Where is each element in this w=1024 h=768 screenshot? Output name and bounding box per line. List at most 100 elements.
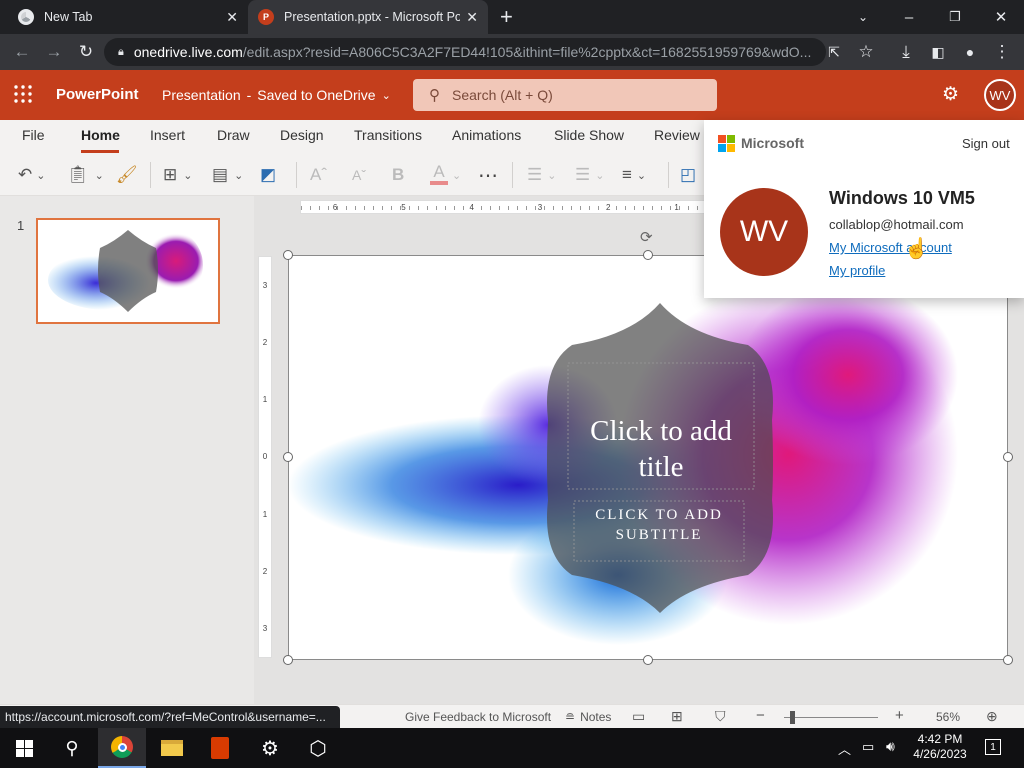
- browser-tabstrip: New Tab ✕ P Presentation.pptx - Microsof…: [0, 0, 1024, 34]
- url-path: /edit.aspx?resid=A806C5C3A2F7ED44!105&it…: [242, 44, 812, 60]
- paste-icon[interactable]: 📋︎ ⌄: [67, 163, 104, 187]
- resize-handle[interactable]: [1003, 452, 1013, 462]
- toolbar-separator: [512, 162, 513, 188]
- restore-button[interactable]: ❐: [932, 0, 978, 34]
- title-placeholder[interactable]: Click to add title: [568, 413, 754, 485]
- account-avatar[interactable]: WV: [984, 79, 1016, 111]
- feedback-link[interactable]: Give Feedback to Microsoft: [405, 710, 551, 724]
- clock[interactable]: 4:42 PM 4/26/2023: [910, 732, 970, 762]
- resize-handle[interactable]: [643, 250, 653, 260]
- search-box[interactable]: ⚲ Search (Alt + Q): [413, 79, 717, 111]
- resize-handle[interactable]: [1003, 655, 1013, 665]
- chevron-up-icon[interactable]: ︿: [838, 739, 851, 758]
- rotate-handle-icon[interactable]: ⟳: [640, 228, 653, 246]
- decrease-font-icon[interactable]: Aˇ: [352, 163, 366, 187]
- profile-icon[interactable]: ●: [960, 42, 980, 62]
- tab-transitions[interactable]: Transitions: [354, 127, 422, 143]
- tab-title: New Tab: [44, 10, 93, 24]
- download-icon[interactable]: ⤓: [896, 42, 916, 62]
- zoom-slider[interactable]: [784, 717, 878, 718]
- resize-handle[interactable]: [283, 452, 293, 462]
- zoom-level[interactable]: 56%: [936, 710, 960, 724]
- bookmark-star-icon[interactable]: ☆: [856, 42, 876, 62]
- subtitle-placeholder[interactable]: CLICK TO ADD SUBTITLE: [574, 505, 744, 545]
- layout-icon[interactable]: ▤ ⌄: [212, 163, 243, 187]
- shapes-icon[interactable]: ◰: [680, 163, 696, 187]
- normal-view-icon[interactable]: ▭: [632, 708, 645, 725]
- resize-handle[interactable]: [283, 250, 293, 260]
- zoom-out-icon[interactable]: −: [756, 707, 765, 724]
- tab-animations[interactable]: Animations: [452, 127, 521, 143]
- network-icon[interactable]: ▭: [862, 739, 874, 755]
- increase-font-icon[interactable]: Aˆ: [310, 163, 327, 187]
- my-profile-link[interactable]: My profile: [829, 263, 885, 278]
- undo-icon[interactable]: ↶ ⌄: [18, 163, 45, 187]
- app-name[interactable]: PowerPoint: [56, 86, 139, 103]
- time: 4:42 PM: [917, 732, 963, 746]
- menu-kebab-icon[interactable]: ⋮: [992, 42, 1012, 62]
- tab-design[interactable]: Design: [280, 127, 324, 143]
- sidepanel-icon[interactable]: ◧: [928, 42, 948, 62]
- tab-draw[interactable]: Draw: [217, 127, 250, 143]
- browser-toolbar: ← → ↻ 🔒︎ onedrive.live.com /edit.aspx?re…: [0, 34, 1024, 70]
- share-icon[interactable]: ⇱: [824, 42, 844, 62]
- zoom-in-icon[interactable]: +: [895, 707, 904, 724]
- tab-review[interactable]: Review: [654, 127, 700, 143]
- chevron-down-icon[interactable]: ⌄: [452, 163, 461, 187]
- my-account-link[interactable]: My Microsoft account: [829, 240, 952, 255]
- bullets-icon[interactable]: ☰ ⌄: [527, 163, 556, 187]
- numbering-icon[interactable]: ☰ ⌄: [575, 163, 604, 187]
- sorter-view-icon[interactable]: ⊞: [671, 708, 683, 725]
- new-slide-icon[interactable]: ⊞ ⌄: [163, 163, 192, 187]
- sign-out-button[interactable]: Sign out: [962, 136, 1010, 151]
- tab-insert[interactable]: Insert: [150, 127, 185, 143]
- notification-count: 1: [990, 741, 996, 753]
- doc-title-menu[interactable]: Presentation - Saved to OneDrive ⌄: [162, 87, 391, 103]
- close-tab-icon[interactable]: ✕: [226, 9, 238, 26]
- search-icon[interactable]: ⚲: [48, 728, 96, 768]
- more-options-icon[interactable]: ⋯: [478, 163, 498, 187]
- tab-slide-show[interactable]: Slide Show: [554, 127, 624, 143]
- tab-presentation[interactable]: P Presentation.pptx - Microsoft Po ✕: [248, 0, 488, 34]
- windows-start-icon[interactable]: [0, 728, 48, 768]
- settings-gear-icon[interactable]: ⚙: [246, 728, 294, 768]
- forward-icon[interactable]: →: [44, 42, 64, 62]
- minimize-button[interactable]: –: [886, 0, 932, 34]
- notes-button[interactable]: ≘ Notes: [565, 710, 611, 724]
- app-launcher-icon[interactable]: [14, 85, 32, 103]
- volume-icon[interactable]: 🔊︎: [886, 738, 895, 755]
- search-icon: ⚲: [429, 87, 440, 104]
- font-color-icon[interactable]: A: [430, 163, 448, 187]
- slide-thumbnail[interactable]: [36, 218, 220, 324]
- fit-slide-icon[interactable]: ⊕: [986, 708, 998, 725]
- office-icon[interactable]: [196, 728, 244, 768]
- chrome-taskbar-icon[interactable]: [98, 728, 146, 768]
- close-window-button[interactable]: ✕: [978, 0, 1024, 34]
- reading-view-icon[interactable]: ⛉: [715, 708, 726, 725]
- close-tab-icon[interactable]: ✕: [466, 9, 478, 26]
- align-icon[interactable]: ≡ ⌄: [622, 163, 646, 187]
- address-bar[interactable]: 🔒︎ onedrive.live.com /edit.aspx?resid=A8…: [104, 38, 826, 66]
- zoom-slider-thumb[interactable]: [790, 711, 795, 724]
- notes-icon: ≘: [565, 710, 576, 724]
- link-hover-url: https://account.microsoft.com/?ref=MeCon…: [0, 706, 340, 728]
- slides-pane: 1: [0, 196, 254, 704]
- format-painter-icon[interactable]: 🖌︎: [116, 163, 138, 187]
- reload-icon[interactable]: ↻: [76, 42, 96, 62]
- resize-handle[interactable]: [283, 655, 293, 665]
- slide-canvas[interactable]: Click to add title CLICK TO ADD SUBTITLE: [288, 255, 1008, 660]
- bold-icon[interactable]: B: [392, 163, 404, 187]
- tab-search-icon[interactable]: ⌄: [840, 0, 886, 34]
- notification-center-icon[interactable]: 1: [985, 739, 1001, 755]
- tab-file[interactable]: File: [22, 127, 45, 143]
- 3d-viewer-icon[interactable]: ⬡: [294, 728, 342, 768]
- tab-new-tab[interactable]: New Tab ✕: [8, 0, 248, 34]
- resize-handle[interactable]: [643, 655, 653, 665]
- back-icon[interactable]: ←: [12, 42, 32, 62]
- office-header: PowerPoint Presentation - Saved to OneDr…: [0, 70, 1024, 120]
- file-explorer-icon[interactable]: [148, 728, 196, 768]
- tab-home[interactable]: Home: [81, 127, 120, 143]
- background-icon[interactable]: ◩: [260, 163, 276, 187]
- settings-gear-icon[interactable]: ⚙: [942, 83, 959, 106]
- new-tab-button[interactable]: +: [500, 4, 513, 30]
